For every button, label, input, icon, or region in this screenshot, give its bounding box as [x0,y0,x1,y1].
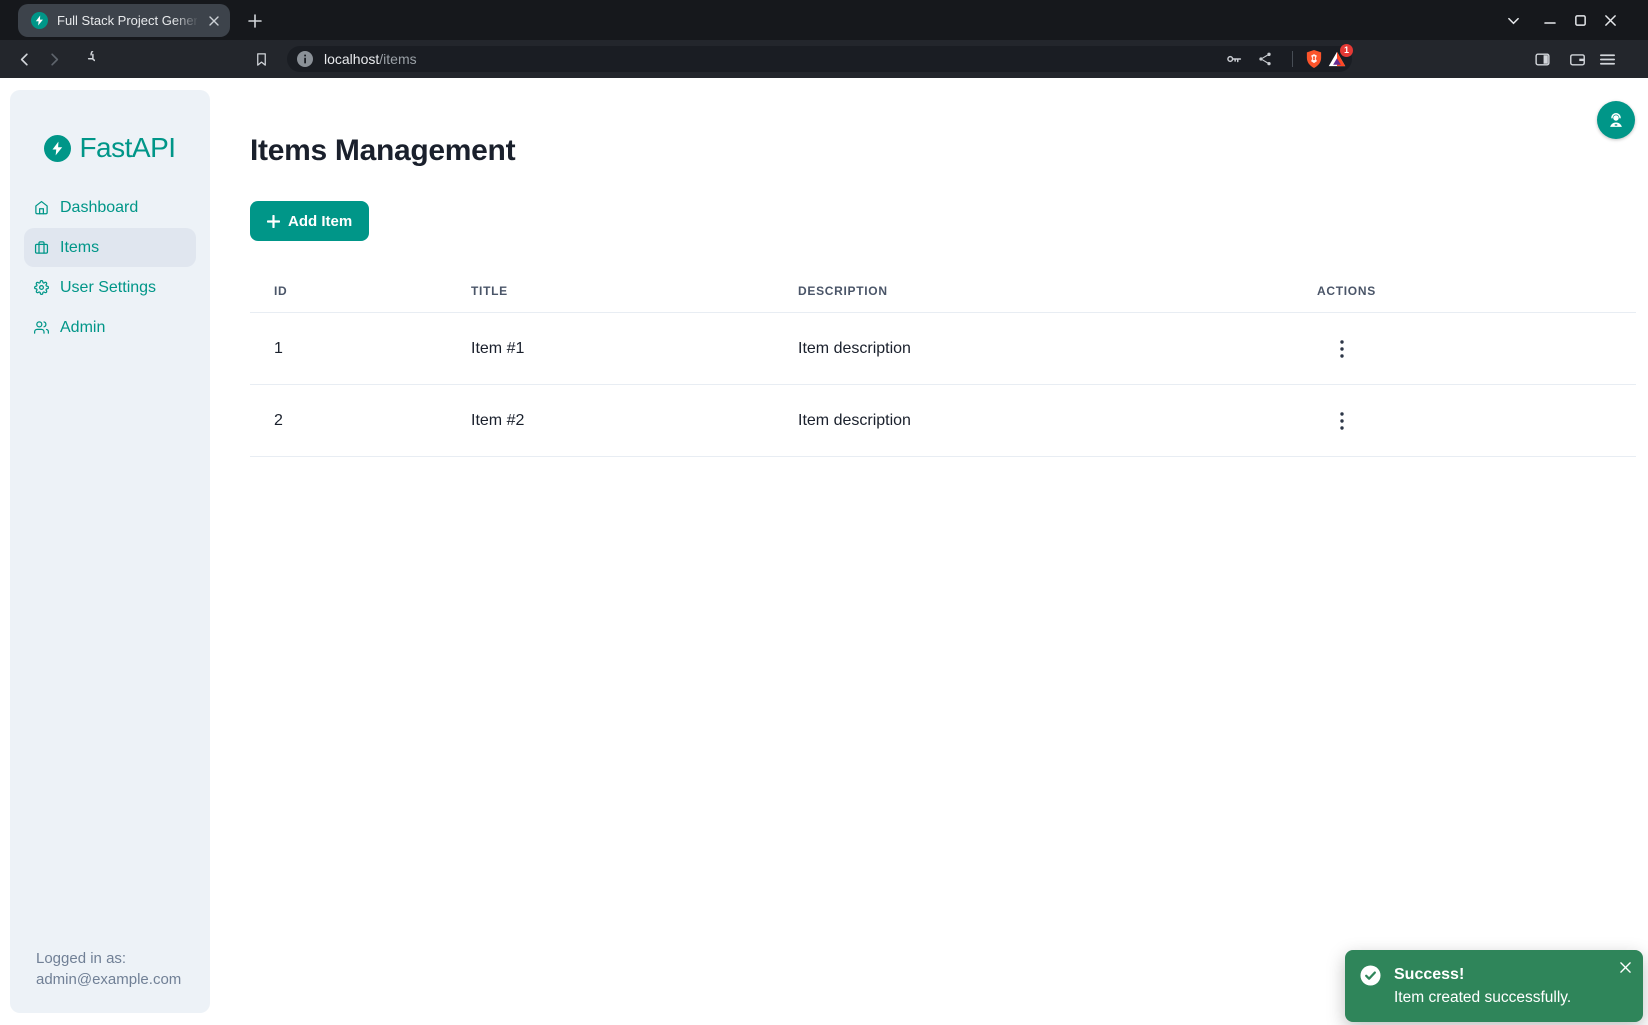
sidebar-item-dashboard[interactable]: Dashboard [24,188,196,227]
kebab-menu-icon [1340,340,1344,358]
sidebar-item-label: Admin [60,319,105,337]
user-avatar-icon [1605,109,1627,131]
rewards-notification-badge: 1 [1340,44,1353,57]
add-item-button[interactable]: Add Item [250,201,369,241]
tab-title: Full Stack Project Genera [57,13,197,28]
window-minimize-button[interactable] [1536,6,1564,34]
cell-description: Item description [774,385,1293,457]
page-content: FastAPI Dashboard Items [0,78,1648,1025]
logged-in-email: admin@example.com [36,969,181,990]
sidebar-item-user-settings[interactable]: User Settings [24,268,196,307]
column-header-title: TITLE [447,265,774,313]
side-panel-icon[interactable] [1528,45,1556,73]
sidebar: FastAPI Dashboard Items [10,90,210,1013]
table-row: 2 Item #2 Item description [250,385,1636,457]
toast-close-button[interactable] [1616,958,1634,976]
url-text: localhost/items [324,51,417,67]
sidebar-item-admin[interactable]: Admin [24,308,196,347]
toast-text: Success! Item created successfully. [1394,964,1571,1022]
url-host: localhost [324,51,379,67]
cell-id: 1 [250,313,447,385]
page-title: Items Management [250,134,1636,168]
browser-toolbar: localhost/items 1 [0,40,1648,78]
cell-actions [1293,385,1636,457]
cell-title: Item #2 [447,385,774,457]
add-item-label: Add Item [288,213,352,230]
main-content: Items Management Add Item ID TITLE DESCR… [210,78,1648,1025]
row-actions-menu-button[interactable] [1329,405,1355,437]
toast-title: Success! [1394,964,1571,985]
items-table: ID TITLE DESCRIPTION ACTIONS 1 Item #1 I… [250,265,1636,457]
column-header-description: DESCRIPTION [774,265,1293,313]
browser-window: Full Stack Project Genera [0,0,1648,1025]
logged-in-info: Logged in as: admin@example.com [36,948,181,990]
browser-titlebar: Full Stack Project Genera [0,0,1648,40]
table-header-row: ID TITLE DESCRIPTION ACTIONS [250,265,1636,313]
tab-close-icon[interactable] [205,12,223,30]
cell-actions [1293,313,1636,385]
url-path: /items [379,51,416,67]
bookmark-icon[interactable] [247,45,275,73]
toast-message: Item created successfully. [1394,987,1571,1009]
cell-description: Item description [774,313,1293,385]
briefcase-icon [34,240,49,255]
column-header-id: ID [250,265,447,313]
sidebar-item-label: User Settings [60,279,156,297]
logged-in-label: Logged in as: [36,948,181,969]
cell-id: 2 [250,385,447,457]
brave-shield-icon[interactable] [1304,49,1324,69]
fastapi-logo-text: FastAPI [79,132,175,164]
password-key-icon[interactable] [1224,49,1244,69]
toolbar-divider [1292,51,1293,67]
user-menu-button[interactable] [1597,101,1635,139]
kebab-menu-icon [1340,412,1344,430]
reload-icon[interactable] [72,45,100,73]
row-actions-menu-button[interactable] [1329,333,1355,365]
gear-icon [34,280,49,295]
new-tab-button[interactable] [243,9,267,33]
cell-title: Item #1 [447,313,774,385]
window-close-button[interactable] [1596,6,1624,34]
sidebar-item-label: Dashboard [60,199,138,217]
plus-icon [267,215,280,228]
menu-hamburger-icon[interactable] [1593,45,1621,73]
close-icon [1620,962,1631,973]
success-toast: Success! Item created successfully. [1345,950,1643,1022]
users-icon [34,320,49,335]
share-icon[interactable] [1255,49,1275,69]
wallet-icon[interactable] [1563,45,1591,73]
sidebar-nav: Dashboard Items User Settings [10,188,210,347]
fastapi-logo: FastAPI [10,90,210,164]
fastapi-favicon-icon [31,12,48,29]
forward-icon[interactable] [40,45,68,73]
sidebar-item-label: Items [60,239,99,257]
sidebar-item-items[interactable]: Items [24,228,196,267]
browser-tab[interactable]: Full Stack Project Genera [18,4,230,37]
table-row: 1 Item #1 Item description [250,313,1636,385]
check-circle-icon [1360,965,1381,986]
column-header-actions: ACTIONS [1293,265,1636,313]
brave-rewards-bat-icon[interactable]: 1 [1327,49,1347,69]
back-icon[interactable] [10,45,38,73]
home-icon [34,200,49,215]
window-maximize-button[interactable] [1566,6,1594,34]
site-info-icon[interactable] [297,51,313,67]
address-bar[interactable]: localhost/items 1 [287,46,1352,72]
tab-search-chevron-icon[interactable] [1499,6,1527,34]
fastapi-logo-icon [44,135,71,162]
